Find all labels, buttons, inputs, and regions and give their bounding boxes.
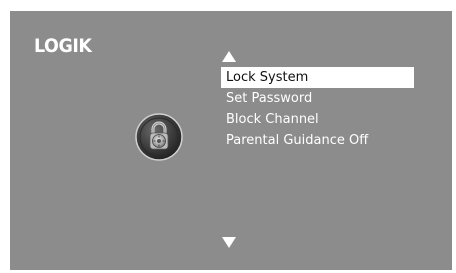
menu-item-block-channel[interactable]: Block Channel: [221, 109, 414, 130]
tv-osd-panel: LOGIK Lock System Set Password Block Cha…: [10, 11, 452, 270]
menu-item-label: Block Channel: [226, 112, 319, 127]
menu-item-label: Set Password: [226, 91, 313, 106]
scroll-down-arrow-icon[interactable]: [222, 237, 236, 248]
menu-item-label: Lock System: [226, 70, 309, 85]
padlock-dial-icon: [135, 113, 183, 161]
parental-lock-menu: Lock System Set Password Block Channel P…: [221, 67, 414, 151]
menu-item-lock-system[interactable]: Lock System: [221, 67, 414, 88]
menu-item-set-password[interactable]: Set Password: [221, 88, 414, 109]
menu-item-label: Parental Guidance Off: [226, 133, 369, 148]
logik-logo: LOGIK: [34, 35, 92, 57]
menu-item-parental-guidance[interactable]: Parental Guidance Off: [221, 130, 414, 151]
scroll-up-arrow-icon[interactable]: [222, 51, 236, 62]
